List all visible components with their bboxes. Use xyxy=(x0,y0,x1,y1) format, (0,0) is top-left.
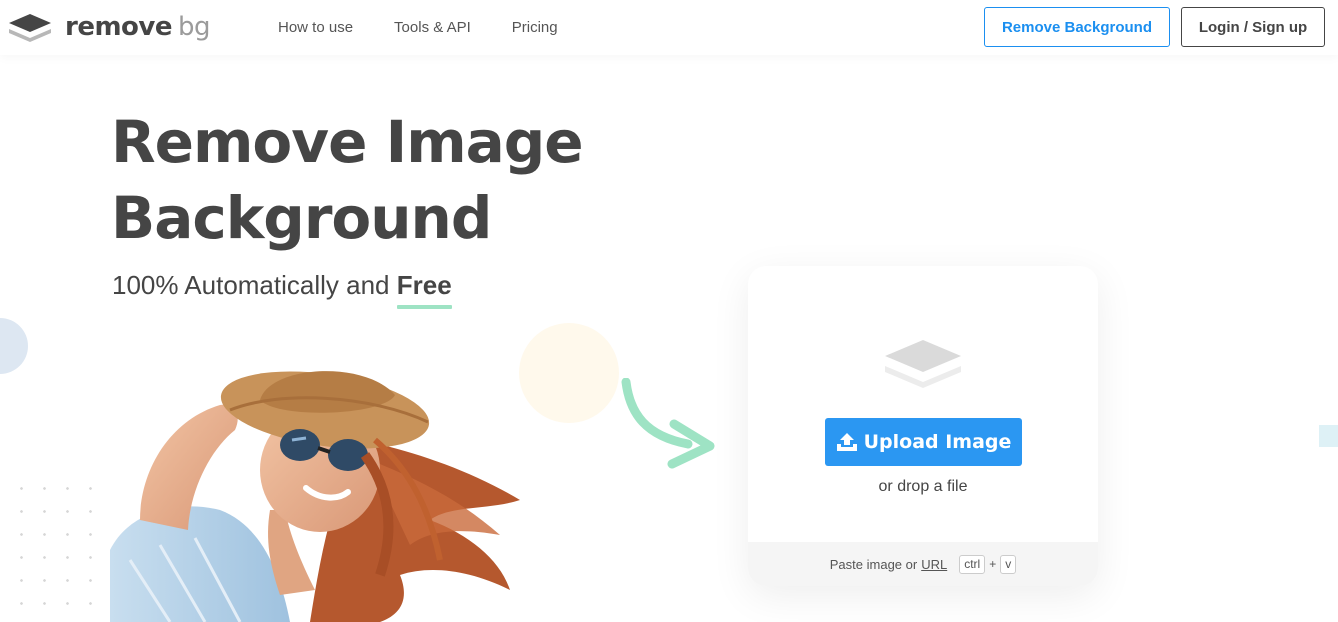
nav-pricing[interactable]: Pricing xyxy=(512,19,558,36)
page: remove bg How to use Tools & API Pricing … xyxy=(0,0,1338,622)
key-plus: + xyxy=(989,557,997,571)
paste-hint: Paste image or URL ctrl + v xyxy=(748,542,1098,586)
hero-title: Remove Image Background xyxy=(111,104,671,256)
paste-hint-text: Paste image or xyxy=(829,556,918,572)
logo[interactable]: remove bg xyxy=(8,10,211,44)
upload-card[interactable]: Upload Image or drop a file Paste image … xyxy=(748,266,1098,586)
hero-subtitle: 100% Automatically and Free xyxy=(112,270,452,309)
hero-subtitle-text: 100% Automatically and xyxy=(112,270,390,300)
decorative-circle xyxy=(519,323,619,423)
upload-icon xyxy=(836,433,857,451)
decorative-half-circle xyxy=(0,318,28,374)
hero-subtitle-emphasis: Free xyxy=(396,270,452,309)
upload-image-label: Upload Image xyxy=(863,431,1012,453)
nav-tools-api[interactable]: Tools & API xyxy=(394,19,471,36)
remove-background-button[interactable]: Remove Background xyxy=(984,7,1170,47)
hero-title-line-2: Background xyxy=(111,184,492,252)
curved-arrow-icon xyxy=(621,378,715,469)
layers-icon xyxy=(885,340,961,388)
decorative-dot-grid xyxy=(10,477,110,622)
logo-word-bg: bg xyxy=(178,12,211,42)
top-navbar: remove bg How to use Tools & API Pricing … xyxy=(0,0,1338,55)
logo-word-remove: remove xyxy=(65,12,173,42)
hero-title-line-1: Remove Image xyxy=(111,108,584,176)
paste-url-link[interactable]: URL xyxy=(921,557,947,572)
upload-image-button[interactable]: Upload Image xyxy=(825,418,1022,466)
main-nav: How to use Tools & API Pricing xyxy=(278,0,599,55)
example-photo-woman xyxy=(110,371,520,622)
logo-text: remove bg xyxy=(65,10,211,44)
layers-icon xyxy=(9,14,51,42)
nav-how-to-use[interactable]: How to use xyxy=(278,19,353,36)
login-signup-button[interactable]: Login / Sign up xyxy=(1181,7,1325,47)
ctrl-key: ctrl xyxy=(959,554,986,574)
v-key: v xyxy=(1000,554,1017,574)
drop-file-text: or drop a file xyxy=(878,478,968,495)
decorative-square xyxy=(1319,425,1338,447)
